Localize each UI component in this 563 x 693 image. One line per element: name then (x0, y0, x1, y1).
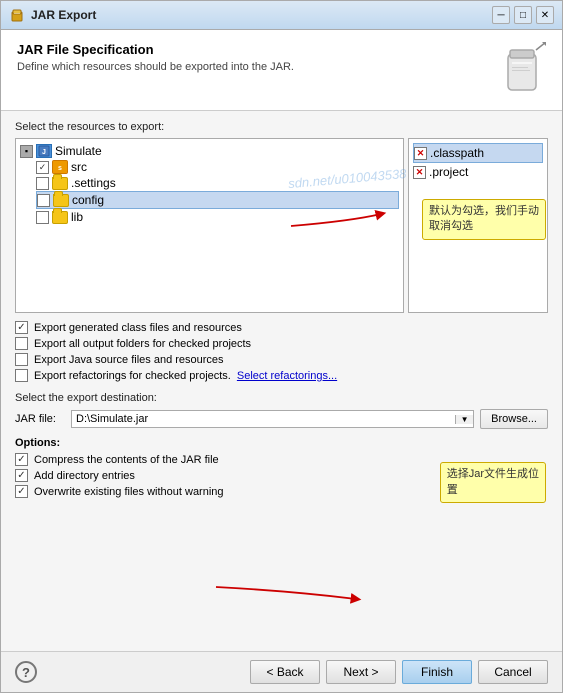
title-bar-text: JAR Export (31, 8, 96, 22)
export-dest-section: Select the export destination: JAR file:… (15, 392, 548, 429)
checkbox-export-class[interactable] (15, 321, 28, 334)
checkbox-export-java[interactable] (15, 353, 28, 366)
checkbox-row-2: Export all output folders for checked pr… (15, 337, 548, 350)
dropdown-arrow[interactable]: ▼ (455, 415, 473, 424)
cancel-button[interactable]: Cancel (478, 660, 548, 684)
back-button[interactable]: < Back (250, 660, 320, 684)
tree-checkbox-src[interactable]: ✓ (36, 161, 49, 174)
lib-label: lib (71, 210, 83, 224)
x-checkbox-project[interactable]: ✕ (413, 166, 426, 179)
checkbox-export-output[interactable] (15, 337, 28, 350)
jar-input-wrapper: ▼ (71, 410, 474, 428)
export-refactor-label: Export refactorings for checked projects… (34, 370, 231, 382)
next-button[interactable]: Next > (326, 660, 396, 684)
folder-icon-lib (52, 211, 68, 224)
folder-icon-config (53, 194, 69, 207)
settings-label: .settings (71, 176, 116, 190)
select-refactorings-link[interactable]: Select refactorings... (237, 370, 337, 382)
tree-checkbox-settings[interactable] (36, 177, 49, 190)
svg-text:J: J (42, 149, 46, 156)
dialog-body: Select the resources to export: ▪ J Simu… (1, 111, 562, 651)
checkbox-directory[interactable] (15, 469, 28, 482)
footer-buttons: < Back Next > Finish Cancel (250, 660, 548, 684)
options-label: Options: (15, 437, 548, 449)
jar-export-dialog: JAR Export ─ □ ✕ JAR File Specification … (0, 0, 563, 693)
browse-button[interactable]: Browse... (480, 409, 548, 429)
checkbox-row-4: Export refactorings for checked projects… (15, 369, 548, 382)
directory-label: Add directory entries (34, 470, 135, 482)
checkbox-row-1: Export generated class files and resourc… (15, 321, 548, 334)
checkbox-export-refactor[interactable] (15, 369, 28, 382)
header-title: JAR File Specification (17, 42, 294, 57)
overwrite-label: Overwrite existing files without warning (34, 486, 224, 498)
export-output-label: Export all output folders for checked pr… (34, 338, 251, 350)
jar-file-row: JAR file: ▼ Browse... (15, 409, 548, 429)
checkbox-row-3: Export Java source files and resources (15, 353, 548, 366)
project-label: .project (429, 165, 468, 179)
x-checkbox-classpath[interactable]: ✕ (414, 147, 427, 160)
dialog-header: JAR File Specification Define which reso… (1, 30, 562, 111)
minimize-button[interactable]: ─ (492, 6, 510, 24)
close-button[interactable]: ✕ (536, 6, 554, 24)
export-java-label: Export Java source files and resources (34, 354, 224, 366)
checkbox-overwrite[interactable] (15, 485, 28, 498)
export-dest-label: Select the export destination: (15, 392, 548, 404)
jar-file-input[interactable] (72, 411, 455, 427)
finish-button[interactable]: Finish (402, 660, 472, 684)
classpath-label: .classpath (430, 146, 484, 160)
tree-panel: ▪ J Simulate ✓ s (15, 138, 404, 313)
config-label: config (72, 193, 104, 207)
src-label: src (71, 160, 87, 174)
export-class-label: Export generated class files and resourc… (34, 322, 242, 334)
jar-file-label: JAR file: (15, 413, 65, 425)
footer-left: ? (15, 661, 37, 683)
src-icon: s (52, 160, 68, 174)
tree-checkbox-lib[interactable] (36, 211, 49, 224)
annotation-bubble-1: 默认为勾选，我们手动取消勾选 (422, 199, 546, 240)
tree-checkbox-config[interactable] (37, 194, 50, 207)
list-item[interactable]: lib (36, 209, 399, 225)
resources-section-label: Select the resources to export: (15, 121, 548, 133)
jar-icon (498, 42, 546, 98)
project-icon: J (36, 144, 52, 158)
tree-checkbox-simulate[interactable]: ▪ (20, 145, 33, 158)
list-item[interactable]: ▪ J Simulate (20, 143, 399, 159)
title-bar-controls: ─ □ ✕ (492, 6, 554, 24)
checkbox-compress[interactable] (15, 453, 28, 466)
maximize-button[interactable]: □ (514, 6, 532, 24)
list-item[interactable]: ✕ .project (413, 163, 543, 181)
compress-label: Compress the contents of the JAR file (34, 454, 219, 466)
export-options: Export generated class files and resourc… (15, 321, 548, 382)
annotation-bubble-2: 选择Jar文件生成位置 (440, 462, 546, 503)
list-item[interactable]: .settings (36, 175, 399, 191)
svg-text:s: s (58, 165, 62, 172)
list-item[interactable]: ✓ s src (36, 159, 399, 175)
simulate-label: Simulate (55, 144, 102, 158)
title-bar: JAR Export ─ □ ✕ (1, 1, 562, 30)
list-item[interactable]: config (36, 191, 399, 209)
help-button[interactable]: ? (15, 661, 37, 683)
header-text: JAR File Specification Define which reso… (17, 42, 294, 73)
header-subtitle: Define which resources should be exporte… (17, 61, 294, 73)
dialog-footer: ? < Back Next > Finish Cancel (1, 651, 562, 692)
list-item[interactable]: ✕ .classpath (413, 143, 543, 163)
folder-icon-settings (52, 177, 68, 190)
title-bar-left: JAR Export (9, 7, 96, 23)
jar-title-icon (9, 7, 25, 23)
